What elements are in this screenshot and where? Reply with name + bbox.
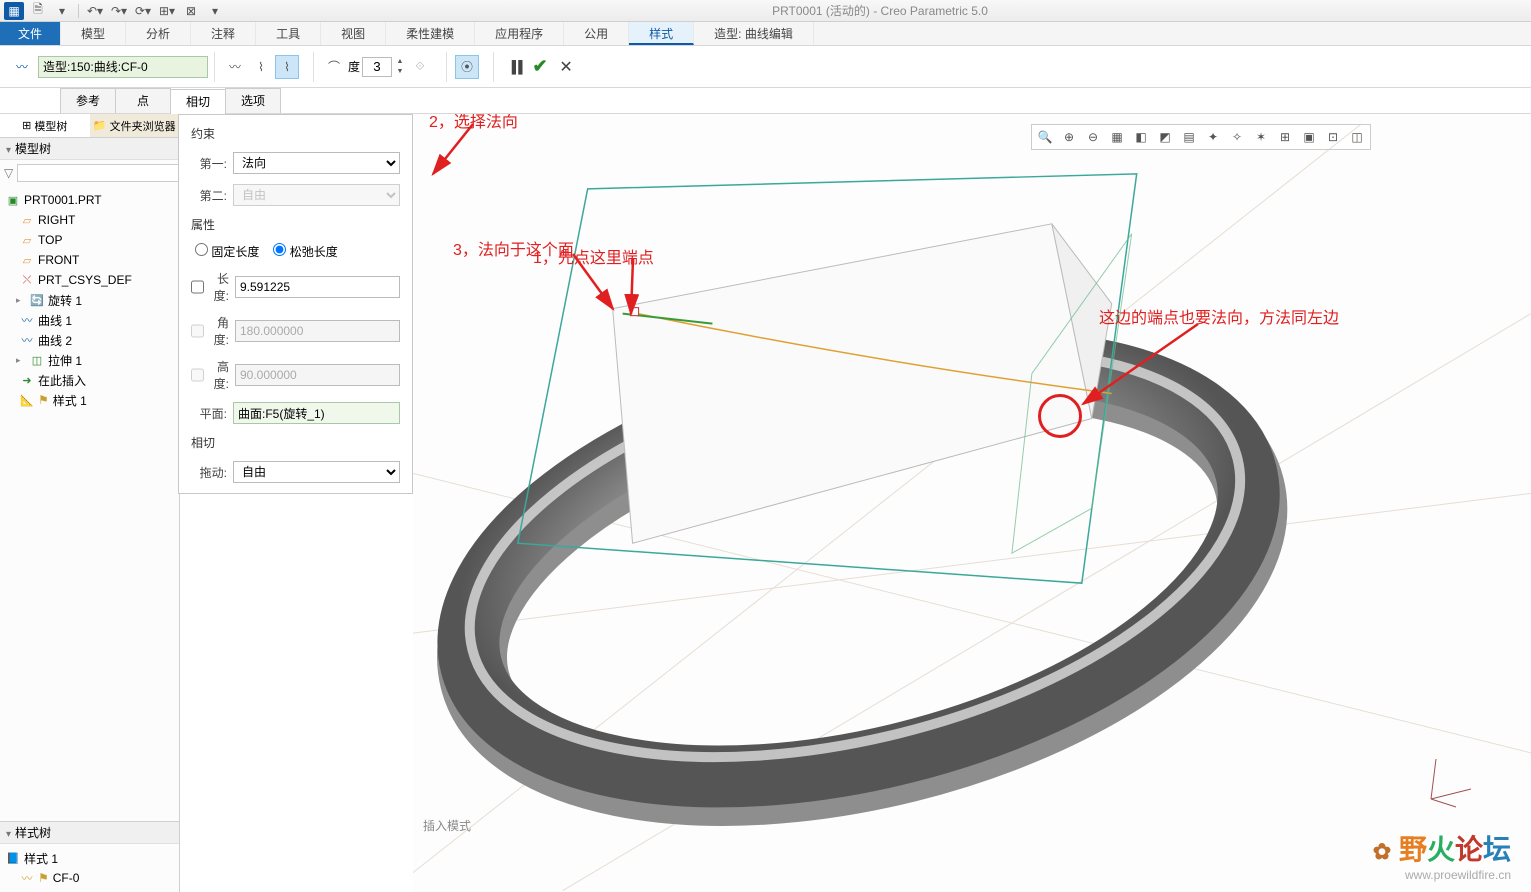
tree-plane-right[interactable]: ▱RIGHT xyxy=(2,210,177,230)
tree-plane-front[interactable]: ▱FRONT xyxy=(2,250,177,270)
menu-file[interactable]: 文件 xyxy=(0,22,61,45)
menu-view[interactable]: 视图 xyxy=(321,22,386,45)
pause-icon[interactable]: ▐▐ xyxy=(502,55,526,79)
planar-curve-icon[interactable]: ⌇ xyxy=(249,55,273,79)
feature-toolbar: 〰 〰 ⌇ ⌇ ⌒ 度 ▲ ▼ ⟐ ⦿ ▐▐ ✔ ✕ xyxy=(0,46,1531,88)
windows-icon[interactable]: ⊞▾ xyxy=(157,2,177,20)
radio-relax-length[interactable]: 松弛长度 xyxy=(273,243,337,260)
input-height xyxy=(235,364,400,386)
menu-flexible[interactable]: 柔性建模 xyxy=(386,22,475,45)
cancel-icon[interactable]: ✕ xyxy=(554,55,578,79)
properties-panel: 约束 第一: 法向 第二: 自由 属性 固定长度 松弛长度 长度: 角度: 高度… xyxy=(178,114,413,494)
menu-curve-edit[interactable]: 造型: 曲线编辑 xyxy=(694,22,814,45)
cos-curve-icon[interactable]: ⌇ xyxy=(275,55,299,79)
subtab-ref[interactable]: 参考 xyxy=(60,88,116,113)
style-root[interactable]: 📘样式 1 xyxy=(2,848,177,868)
show-points-icon[interactable]: ⦿ xyxy=(455,55,479,79)
curve-selector-input[interactable] xyxy=(38,56,208,78)
status-mode: 插入模式 xyxy=(423,817,471,834)
free-curve-icon[interactable]: 〰 xyxy=(223,55,247,79)
tree-revolve[interactable]: ▸🔄旋转 1 xyxy=(2,290,177,310)
tree-csys[interactable]: ⤬PRT_CSYS_DEF xyxy=(2,270,177,290)
sidetab-model-tree[interactable]: ⊞模型树 xyxy=(0,114,90,137)
close-win-icon[interactable]: ⊠ xyxy=(181,2,201,20)
label-plane: 平面: xyxy=(191,405,227,422)
label-height: 高度: xyxy=(210,358,229,392)
section-tangent: 相切 xyxy=(191,434,400,451)
menu-model[interactable]: 模型 xyxy=(61,22,126,45)
select-second: 自由 xyxy=(233,184,400,206)
label-angle: 角度: xyxy=(210,314,229,348)
menu-bar: 文件 模型 分析 注释 工具 视图 柔性建模 应用程序 公用 样式 造型: 曲线… xyxy=(0,22,1531,46)
degree-up-icon[interactable]: ▲ xyxy=(394,57,406,67)
select-drag[interactable]: 自由 xyxy=(233,461,400,483)
tree-style[interactable]: 📐⚑样式 1 xyxy=(2,390,177,410)
save-icon[interactable]: ▾ xyxy=(52,2,72,20)
viewport[interactable]: 🔍 ⊕ ⊖ ▦ ◧ ◩ ▤ ✦ ✧ ✶ ⊞ ▣ ⊡ ◫ xyxy=(413,114,1531,892)
window-title: PRT0001 (活动的) - Creo Parametric 5.0 xyxy=(229,2,1531,19)
radio-fixed-length[interactable]: 固定长度 xyxy=(195,243,259,260)
curve-smooth-icon[interactable]: ⌒ xyxy=(322,55,346,79)
input-angle xyxy=(235,320,400,342)
model-tree: ▣PRT0001.PRT ▱RIGHT ▱TOP ▱FRONT ⤬PRT_CSY… xyxy=(0,186,179,821)
tree-extrude[interactable]: ▸◫拉伸 1 xyxy=(2,350,177,370)
convert-icon[interactable]: ⟐ xyxy=(408,55,432,79)
section-constraint: 约束 xyxy=(191,125,400,142)
degree-down-icon[interactable]: ▼ xyxy=(394,67,406,77)
check-height xyxy=(191,368,204,382)
tree-curve1[interactable]: 〰曲线 1 xyxy=(2,310,177,330)
filter-icon[interactable]: ▽ xyxy=(4,164,13,182)
view-triad xyxy=(1421,749,1481,812)
curve-type-icon[interactable]: 〰 xyxy=(10,55,34,79)
qat-more-icon[interactable]: ▾ xyxy=(205,2,225,20)
section-attr: 属性 xyxy=(191,216,400,233)
undo-icon[interactable]: ↶▾ xyxy=(85,2,105,20)
subtab-tangent[interactable]: 相切 xyxy=(170,89,226,114)
sidetab-folder[interactable]: 📁文件夹浏览器 xyxy=(90,114,180,137)
subtab-options[interactable]: 选项 xyxy=(225,88,281,113)
watermark: ✿ 野火论坛 www.proewildfire.cn xyxy=(1373,828,1511,882)
model-scene xyxy=(413,114,1531,891)
check-angle xyxy=(191,324,204,338)
input-length[interactable] xyxy=(235,276,400,298)
subtab-point[interactable]: 点 xyxy=(115,88,171,113)
select-first[interactable]: 法向 xyxy=(233,152,400,174)
quick-access-toolbar: ▦ 🗎 ▾ ↶▾ ↷▾ ⟳▾ ⊞▾ ⊠ ▾ xyxy=(0,2,229,20)
degree-label: 度 xyxy=(348,58,360,75)
new-icon[interactable]: 🗎 xyxy=(28,2,48,20)
menu-analysis[interactable]: 分析 xyxy=(126,22,191,45)
regen-icon[interactable]: ⟳▾ xyxy=(133,2,153,20)
highlight-circle xyxy=(1038,394,1082,438)
title-bar: ▦ 🗎 ▾ ↶▾ ↷▾ ⟳▾ ⊞▾ ⊠ ▾ PRT0001 (活动的) - Cr… xyxy=(0,0,1531,22)
menu-tools[interactable]: 工具 xyxy=(256,22,321,45)
tree-search-input[interactable] xyxy=(17,164,202,182)
ok-icon[interactable]: ✔ xyxy=(528,55,552,79)
style-cf0[interactable]: 〰⚑CF-0 xyxy=(2,868,177,888)
menu-apps[interactable]: 应用程序 xyxy=(475,22,564,45)
menu-annotate[interactable]: 注释 xyxy=(191,22,256,45)
menu-common[interactable]: 公用 xyxy=(564,22,629,45)
label-length: 长度: xyxy=(210,270,229,304)
label-first: 第一: xyxy=(191,155,227,172)
tree-root[interactable]: ▣PRT0001.PRT xyxy=(2,190,177,210)
sidebar: ⊞模型树 📁文件夹浏览器 模型树 ▽ ▣PRT0001.PRT ▱RIGHT ▱… xyxy=(0,114,180,892)
check-length[interactable] xyxy=(191,280,204,294)
degree-input[interactable] xyxy=(362,57,392,77)
app-icon[interactable]: ▦ xyxy=(4,2,24,20)
label-second: 第二: xyxy=(191,187,227,204)
model-tree-header[interactable]: 模型树 xyxy=(0,138,179,160)
menu-style[interactable]: 样式 xyxy=(629,22,694,45)
tree-insert-here[interactable]: ➜在此插入 xyxy=(2,370,177,390)
tree-plane-top[interactable]: ▱TOP xyxy=(2,230,177,250)
tree-curve2[interactable]: 〰曲线 2 xyxy=(2,330,177,350)
label-drag: 拖动: xyxy=(191,464,227,481)
redo-icon[interactable]: ↷▾ xyxy=(109,2,129,20)
style-tree-header[interactable]: 样式树 xyxy=(0,822,179,844)
input-plane[interactable] xyxy=(233,402,400,424)
feature-subtabs: 参考 点 相切 选项 xyxy=(0,88,1531,114)
